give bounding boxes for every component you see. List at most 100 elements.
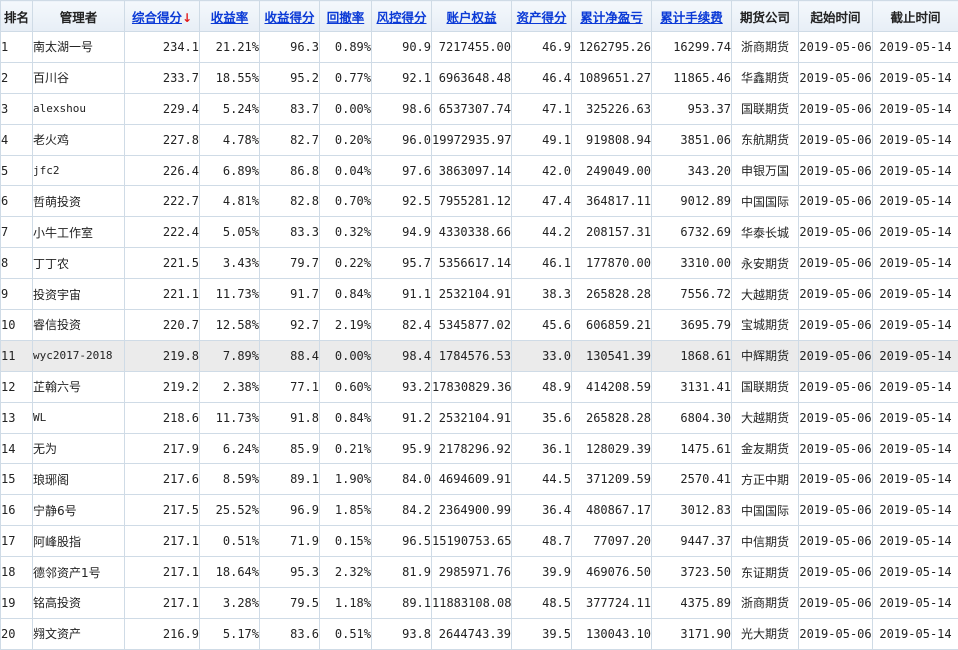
cell-return-rate: 11.73% bbox=[200, 402, 260, 433]
cell-risk-score: 89.1 bbox=[372, 588, 432, 619]
cell-risk-score: 81.9 bbox=[372, 557, 432, 588]
cell-end-time: 2019-05-14 bbox=[873, 248, 958, 279]
cell-equity: 6537307.74 bbox=[432, 93, 512, 124]
sort-desc-arrow-icon[interactable]: ↓ bbox=[182, 11, 192, 25]
col-header-return-score[interactable]: 收益得分 bbox=[260, 1, 320, 32]
cell-net-pnl: 414208.59 bbox=[572, 371, 652, 402]
sort-link-asset-score[interactable]: 资产得分 bbox=[516, 10, 566, 25]
cell-drawdown: 0.00% bbox=[320, 340, 372, 371]
cell-fees: 1868.61 bbox=[652, 340, 732, 371]
cell-end-time: 2019-05-14 bbox=[873, 433, 958, 464]
cell-risk-score: 84.0 bbox=[372, 464, 432, 495]
header-row: 排名 管理者 综合得分↓ 收益率 收益得分 回撤率 风控得分 账户权益 资产得分… bbox=[1, 1, 958, 32]
col-header-net-pnl[interactable]: 累计净盈亏 bbox=[572, 1, 652, 32]
cell-start-time: 2019-05-06 bbox=[799, 62, 873, 93]
table-row[interactable]: 10睿信投资220.712.58%92.72.19%82.45345877.02… bbox=[1, 310, 958, 341]
table-row[interactable]: 2百川谷233.718.55%95.20.77%92.16963648.4846… bbox=[1, 62, 958, 93]
table-row[interactable]: 4老火鸡227.84.78%82.70.20%96.019972935.9749… bbox=[1, 124, 958, 155]
table-row[interactable]: 1南太湖一号234.121.21%96.30.89%90.97217455.00… bbox=[1, 32, 958, 63]
table-row[interactable]: 5jfc2226.46.89%86.80.04%97.63863097.1442… bbox=[1, 155, 958, 186]
sort-link-return-score[interactable]: 收益得分 bbox=[264, 10, 314, 25]
cell-start-time: 2019-05-06 bbox=[799, 217, 873, 248]
cell-total-score: 217.9 bbox=[125, 433, 200, 464]
cell-start-time: 2019-05-06 bbox=[799, 279, 873, 310]
col-header-company-label: 期货公司 bbox=[740, 10, 790, 25]
cell-risk-score: 91.1 bbox=[372, 279, 432, 310]
cell-return-score: 91.8 bbox=[260, 402, 320, 433]
sort-link-total-score[interactable]: 综合得分↓ bbox=[132, 10, 192, 25]
cell-net-pnl: 606859.21 bbox=[572, 310, 652, 341]
cell-total-score: 220.7 bbox=[125, 310, 200, 341]
cell-start-time: 2019-05-06 bbox=[799, 310, 873, 341]
table-row[interactable]: 19铭高投资217.13.28%79.51.18%89.111883108.08… bbox=[1, 588, 958, 619]
cell-rank: 7 bbox=[1, 217, 33, 248]
sort-link-return-rate[interactable]: 收益率 bbox=[211, 10, 249, 25]
table-row[interactable]: 17阿峰股指217.10.51%71.90.15%96.515190753.65… bbox=[1, 526, 958, 557]
cell-equity: 11883108.08 bbox=[432, 588, 512, 619]
cell-total-score: 233.7 bbox=[125, 62, 200, 93]
cell-return-score: 79.5 bbox=[260, 588, 320, 619]
col-header-risk-score[interactable]: 风控得分 bbox=[372, 1, 432, 32]
cell-total-score: 222.4 bbox=[125, 217, 200, 248]
cell-company: 光大期货 bbox=[732, 618, 799, 649]
cell-end-time: 2019-05-14 bbox=[873, 32, 958, 63]
cell-end-time: 2019-05-14 bbox=[873, 464, 958, 495]
col-header-manager-label: 管理者 bbox=[60, 10, 98, 25]
col-header-drawdown[interactable]: 回撤率 bbox=[320, 1, 372, 32]
table-row[interactable]: 11wyc2017-2018219.87.89%88.40.00%98.4178… bbox=[1, 340, 958, 371]
cell-manager: 琅琊阁 bbox=[33, 464, 125, 495]
col-header-equity[interactable]: 账户权益 bbox=[432, 1, 512, 32]
table-row[interactable]: 15琅琊阁217.68.59%89.11.90%84.04694609.9144… bbox=[1, 464, 958, 495]
table-row[interactable]: 6哲萌投资222.74.81%82.80.70%92.57955281.1247… bbox=[1, 186, 958, 217]
table-row[interactable]: 20翙文资产216.95.17%83.60.51%93.82644743.393… bbox=[1, 618, 958, 649]
sort-link-total-score-label[interactable]: 综合得分 bbox=[132, 10, 182, 25]
cell-start-time: 2019-05-06 bbox=[799, 155, 873, 186]
cell-manager: 哲萌投资 bbox=[33, 186, 125, 217]
cell-fees: 3851.06 bbox=[652, 124, 732, 155]
cell-asset-score: 36.4 bbox=[512, 495, 572, 526]
cell-return-score: 82.8 bbox=[260, 186, 320, 217]
cell-return-score: 88.4 bbox=[260, 340, 320, 371]
sort-link-fees[interactable]: 累计手续费 bbox=[660, 10, 723, 25]
cell-equity: 2364900.99 bbox=[432, 495, 512, 526]
cell-start-time: 2019-05-06 bbox=[799, 248, 873, 279]
sort-link-drawdown[interactable]: 回撤率 bbox=[327, 10, 365, 25]
cell-company: 宝城期货 bbox=[732, 310, 799, 341]
cell-equity: 7955281.12 bbox=[432, 186, 512, 217]
cell-company: 东航期货 bbox=[732, 124, 799, 155]
table-row[interactable]: 12芷翰六号219.22.38%77.10.60%93.217830829.36… bbox=[1, 371, 958, 402]
col-header-return-rate[interactable]: 收益率 bbox=[200, 1, 260, 32]
table-row[interactable]: 16宁静6号217.525.52%96.91.85%84.22364900.99… bbox=[1, 495, 958, 526]
cell-equity: 2985971.76 bbox=[432, 557, 512, 588]
cell-return-rate: 12.58% bbox=[200, 310, 260, 341]
table-row[interactable]: 18德邻资产1号217.118.64%95.32.32%81.92985971.… bbox=[1, 557, 958, 588]
table-row[interactable]: 9投资宇宙221.111.73%91.70.84%91.12532104.913… bbox=[1, 279, 958, 310]
cell-net-pnl: 249049.00 bbox=[572, 155, 652, 186]
cell-company: 国联期货 bbox=[732, 371, 799, 402]
col-header-asset-score[interactable]: 资产得分 bbox=[512, 1, 572, 32]
cell-rank: 19 bbox=[1, 588, 33, 619]
cell-drawdown: 0.77% bbox=[320, 62, 372, 93]
cell-equity: 2644743.39 bbox=[432, 618, 512, 649]
table-row[interactable]: 14无为217.96.24%85.90.21%95.92178296.9236.… bbox=[1, 433, 958, 464]
table-row[interactable]: 3alexshou229.45.24%83.70.00%98.66537307.… bbox=[1, 93, 958, 124]
table-row[interactable]: 8丁丁农221.53.43%79.70.22%95.75356617.1446.… bbox=[1, 248, 958, 279]
cell-equity: 5356617.14 bbox=[432, 248, 512, 279]
cell-rank: 11 bbox=[1, 340, 33, 371]
cell-manager: 翙文资产 bbox=[33, 618, 125, 649]
sort-link-risk-score[interactable]: 风控得分 bbox=[376, 10, 426, 25]
sort-link-equity[interactable]: 账户权益 bbox=[446, 10, 496, 25]
cell-fees: 3310.00 bbox=[652, 248, 732, 279]
cell-total-score: 217.5 bbox=[125, 495, 200, 526]
table-row[interactable]: 13WL218.611.73%91.80.84%91.22532104.9135… bbox=[1, 402, 958, 433]
cell-risk-score: 92.1 bbox=[372, 62, 432, 93]
col-header-fees[interactable]: 累计手续费 bbox=[652, 1, 732, 32]
col-header-total-score[interactable]: 综合得分↓ bbox=[125, 1, 200, 32]
sort-link-net-pnl[interactable]: 累计净盈亏 bbox=[580, 10, 643, 25]
table-row[interactable]: 7小牛工作室222.45.05%83.30.32%94.94330338.664… bbox=[1, 217, 958, 248]
cell-end-time: 2019-05-14 bbox=[873, 618, 958, 649]
cell-rank: 15 bbox=[1, 464, 33, 495]
cell-total-score: 217.1 bbox=[125, 588, 200, 619]
cell-risk-score: 98.4 bbox=[372, 340, 432, 371]
cell-net-pnl: 377724.11 bbox=[572, 588, 652, 619]
